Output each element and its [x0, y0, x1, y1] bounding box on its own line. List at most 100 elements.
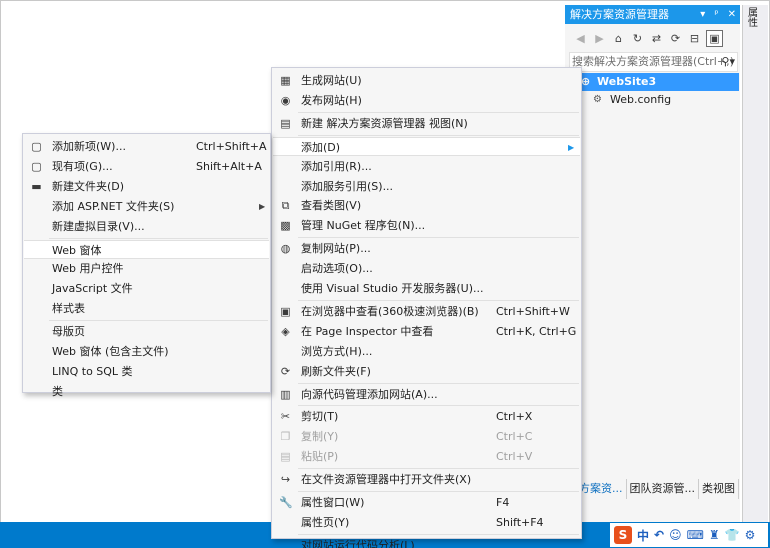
menu-item-sub-menu-3[interactable]: 添加 ASP.NET 文件夹(S) ▶ — [24, 197, 269, 216]
menu-item-label: 添加新项(W)... — [52, 140, 126, 153]
website-icon: ⊕ — [581, 75, 591, 88]
menu-item-shortcut: Shift+Alt+A — [196, 159, 262, 173]
open-folder-icon: ↪ — [280, 473, 291, 487]
menu-item-label: JavaScript 文件 — [52, 282, 133, 296]
home-icon[interactable]: ⌂ — [611, 31, 626, 46]
menu-item-label: 使用 Visual Studio 开发服务器(U)... — [301, 282, 484, 295]
menu-item-main-menu-11[interactable]: ◍ 复制网站(P)... — [273, 239, 580, 258]
menu-item-main-menu-16[interactable]: ◈ 在 Page Inspector 中查看 Ctrl+K, Ctrl+G — [273, 322, 580, 341]
project-context-menu: ▦ 生成网站(U) ◉ 发布网站(H) ▤ 新建 解决方案资源管理器 视图(N) 添加(D)… — [271, 67, 582, 548]
tab-class-view[interactable]: 类视图 — [699, 479, 739, 499]
menu-separator — [49, 320, 268, 322]
menu-item-main-menu-5[interactable]: 添加(D) ▶ — [273, 136, 580, 156]
properties-side-strip[interactable]: 属性 — [742, 5, 768, 525]
menu-item-main-menu-24[interactable]: ▤ 粘贴(P) Ctrl+V — [273, 447, 580, 466]
menu-item-label: 复制网站(P)... — [301, 242, 371, 256]
tab-team-explorer[interactable]: 团队资源管... — [627, 479, 699, 499]
back-icon[interactable]: ◀ — [573, 31, 588, 46]
settings-icon[interactable]: ⚙ — [745, 528, 756, 542]
menu-item-main-menu-9[interactable]: ▩ 管理 NuGet 程序包(N)... — [273, 216, 580, 235]
menu-item-label: 管理 NuGet 程序包(N)... — [301, 219, 426, 233]
show-all-files-icon[interactable]: ▣ — [706, 29, 723, 47]
new-folder-icon: ▬ — [31, 179, 42, 193]
menu-item-main-menu-22[interactable]: ✂ 剪切(T) Ctrl+X — [273, 407, 580, 426]
forward-icon[interactable]: ▶ — [592, 31, 607, 46]
menu-item-sub-menu-2[interactable]: ▬ 新建文件夹(D) — [24, 177, 269, 196]
menu-item-sub-menu-9[interactable]: 样式表 — [24, 299, 269, 318]
menu-item-main-menu-29[interactable]: 属性页(Y) Shift+F4 — [273, 513, 580, 532]
menu-item-shortcut: Ctrl+X — [496, 410, 533, 424]
menu-separator — [298, 111, 579, 113]
menu-item-sub-menu-0[interactable]: ▢ 添加新项(W)... Ctrl+Shift+A — [24, 137, 269, 156]
menu-item-sub-menu-8[interactable]: JavaScript 文件 — [24, 279, 269, 298]
menu-item-label: 新建 解决方案资源管理器 视图(N) — [301, 116, 468, 130]
menu-item-main-menu-7[interactable]: 添加服务引用(S)... — [273, 177, 580, 196]
chinese-mode-icon[interactable]: 中 — [637, 527, 649, 544]
menu-item-main-menu-15[interactable]: ▣ 在浏览器中查看(360极速浏览器)(B) Ctrl+Shift+W — [273, 302, 580, 321]
search-placeholder: 搜索解决方案资源管理器(Ctrl+;) — [572, 55, 735, 68]
wrench-icon: 🔧 — [279, 496, 293, 509]
menu-item-main-menu-23[interactable]: ❐ 复制(Y) Ctrl+C — [273, 427, 580, 446]
menu-item-sub-menu-7[interactable]: Web 用户控件 — [24, 259, 269, 278]
menu-item-main-menu-13[interactable]: 使用 Visual Studio 开发服务器(U)... — [273, 279, 580, 298]
panel-title: 解决方案资源管理器 — [570, 8, 669, 21]
dropdown-icon[interactable]: ▾ — [700, 5, 705, 24]
keyboard-icon[interactable]: ⌨ — [687, 528, 704, 542]
page-inspector-icon: ◈ — [281, 324, 290, 338]
menu-item-label: LINQ to SQL 类 — [52, 364, 133, 378]
menu-separator — [298, 533, 579, 535]
menu-item-sub-menu-14[interactable]: 类 — [24, 382, 269, 401]
menu-item-sub-menu-1[interactable]: ▢ 现有项(G)... Shift+Alt+A — [24, 157, 269, 176]
collapse-all-icon[interactable]: ⊟ — [687, 31, 702, 46]
menu-item-label: 向源代码管理添加网站(A)... — [301, 387, 438, 401]
menu-item-main-menu-17[interactable]: 浏览方式(H)... — [273, 342, 580, 361]
menu-item-sub-menu-4[interactable]: 新建虚拟目录(V)... — [24, 217, 269, 236]
menu-item-label: 新建虚拟目录(V)... — [52, 219, 145, 233]
menu-item-label: 现有项(G)... — [52, 159, 113, 173]
menu-item-main-menu-1[interactable]: ◉ 发布网站(H) — [273, 91, 580, 110]
menu-item-label: 在浏览器中查看(360极速浏览器)(B) — [301, 304, 479, 318]
tools-icon[interactable]: ♜ — [709, 528, 720, 542]
menu-item-main-menu-8[interactable]: ⧉ 查看类图(V) — [273, 196, 580, 215]
menu-item-label: 剪切(T) — [301, 410, 339, 424]
menu-item-sub-menu-12[interactable]: Web 窗体 (包含主文件) — [24, 342, 269, 361]
add-new-item-icon: ▢ — [31, 140, 42, 153]
sogou-icon[interactable]: S — [614, 526, 632, 544]
menu-item-main-menu-6[interactable]: 添加引用(R)... — [273, 157, 580, 176]
menu-item-sub-menu-11[interactable]: 母版页 — [24, 322, 269, 341]
tree-node-website[interactable]: ⊕ WebSite3 — [579, 73, 739, 91]
close-icon[interactable]: ✕ — [728, 5, 736, 24]
menu-item-label: 母版页 — [52, 325, 85, 339]
menu-item-main-menu-28[interactable]: 🔧 属性窗口(W) F4 — [273, 493, 580, 512]
menu-item-label: 属性页(Y) — [301, 515, 350, 529]
menu-item-main-menu-26[interactable]: ↪ 在文件资源管理器中打开文件夹(X) — [273, 470, 580, 489]
refresh-icon[interactable]: ⟳ — [668, 31, 683, 46]
solution-explorer-search[interactable]: 搜索解决方案资源管理器(Ctrl+;) ⚲▾ — [569, 52, 738, 72]
tree-node-webconfig[interactable]: ⚙ Web.config — [593, 91, 671, 109]
menu-item-main-menu-20[interactable]: ▥ 向源代码管理添加网站(A)... — [273, 385, 580, 404]
ime-toolbar: S 中 ↶ ☺ ⌨ ♜ 👕 ⚙ — [610, 523, 768, 547]
search-icon[interactable]: ⚲▾ — [721, 53, 735, 71]
menu-separator — [298, 382, 579, 384]
punctuation-icon[interactable]: ↶ — [654, 528, 664, 542]
sync-icon[interactable]: ⇄ — [649, 31, 664, 46]
history-icon[interactable]: ↻ — [630, 31, 645, 46]
menu-item-main-menu-31[interactable]: 对网站运行代码分析(L) — [273, 536, 580, 548]
solution-explorer-panel: 解决方案资源管理器 ▾ ᵖ ✕ ◀ ▶ ⌂ ↻ ⇄ ⟳ ⊟ ▣ 搜索解决方案资源… — [565, 5, 740, 525]
menu-item-label: 浏览方式(H)... — [301, 344, 373, 358]
build-icon: ▦ — [280, 74, 291, 87]
menu-item-main-menu-12[interactable]: 启动选项(O)... — [273, 259, 580, 278]
menu-item-label: 新建文件夹(D) — [52, 179, 125, 193]
nuget-icon: ▩ — [280, 219, 291, 233]
menu-separator — [49, 237, 268, 239]
menu-item-shortcut: F4 — [496, 496, 510, 509]
emoji-icon[interactable]: ☺ — [669, 528, 682, 542]
pin-icon[interactable]: ᵖ — [714, 5, 718, 24]
menu-item-shortcut: Ctrl+Shift+W — [496, 304, 570, 318]
menu-item-sub-menu-13[interactable]: LINQ to SQL 类 — [24, 362, 269, 381]
menu-item-main-menu-0[interactable]: ▦ 生成网站(U) — [273, 71, 580, 90]
skin-icon[interactable]: 👕 — [725, 528, 740, 542]
menu-item-main-menu-3[interactable]: ▤ 新建 解决方案资源管理器 视图(N) — [273, 114, 580, 133]
menu-item-main-menu-18[interactable]: ⟳ 刷新文件夹(F) — [273, 362, 580, 381]
menu-item-sub-menu-6[interactable]: Web 窗体 — [24, 239, 269, 259]
